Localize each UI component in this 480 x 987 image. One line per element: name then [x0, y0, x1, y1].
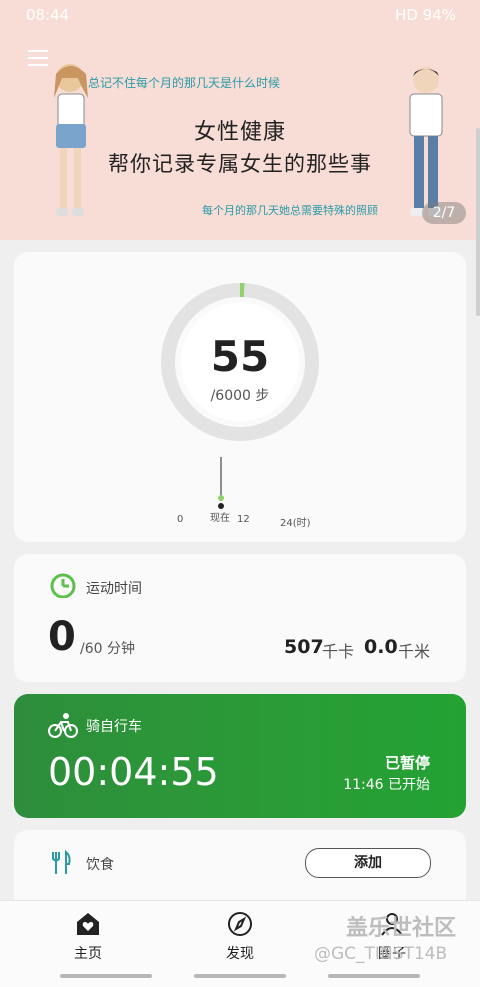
health-banner[interactable]: 总记不住每个月的那几天是什么时候 女性健康 帮你记录专属女生的那些事 每个月的那… — [0, 0, 480, 240]
distance-value: 0.0 — [364, 636, 398, 658]
add-diet-button[interactable]: 添加 — [305, 848, 431, 878]
axis-now-label: 现在 — [210, 513, 230, 524]
compass-icon — [228, 912, 252, 936]
home-heart-icon — [77, 913, 99, 935]
steps-count: 55 — [210, 332, 270, 381]
banner-title: 女性健康 — [193, 120, 286, 145]
cycling-card[interactable]: 骑自行车 00:04:55 已暂停 11:46 已开始 — [14, 694, 466, 818]
banner-bottom-text: 每个月的那几天她总需要特殊的照顾 — [202, 204, 378, 217]
nav-home[interactable]: 主页 — [38, 911, 138, 963]
nav-home-label: 主页 — [74, 946, 102, 962]
timer-icon — [50, 573, 76, 598]
cycling-title: 骑自行车 — [86, 719, 142, 735]
status-bar: 08:44 HD 94% — [0, 0, 480, 30]
gesture-bar-center — [194, 974, 286, 978]
banner-subtitle: 帮你记录专属女生的那些事 — [108, 152, 372, 176]
page-indicator: 2/7 — [422, 202, 466, 224]
watermark-line2: @GC_TINST14B — [314, 944, 448, 964]
axis-start-label: 0 — [177, 514, 184, 525]
calories-unit: 千卡 — [322, 642, 355, 661]
exercise-title: 运动时间 — [86, 581, 142, 597]
steps-card[interactable]: 55 /6000 步 0 现在 12 24(时) — [14, 252, 466, 542]
nav-discover-label: 发现 — [226, 946, 254, 962]
cycling-timer: 00:04:55 — [48, 750, 219, 794]
axis-end-label: 24(时) — [280, 518, 311, 529]
status-time: 08:44 — [26, 6, 70, 24]
gesture-bar-left — [60, 974, 152, 978]
scrollbar[interactable] — [476, 128, 480, 316]
axis-mid-label: 12 — [237, 514, 250, 525]
calories-value: 507 — [284, 636, 324, 658]
diet-title: 饮食 — [86, 857, 114, 873]
exercise-minutes: 0 — [48, 614, 76, 660]
fork-knife-icon — [52, 850, 71, 874]
exercise-time-card[interactable]: 运动时间 0 /60 分钟 507 千卡 0.0 千米 — [14, 554, 466, 682]
distance-unit: 千米 — [398, 642, 431, 661]
nav-discover[interactable]: 发现 — [190, 911, 290, 963]
exercise-minutes-unit: /60 分钟 — [80, 641, 135, 657]
banner-top-text: 总记不住每个月的那几天是什么时候 — [88, 76, 281, 90]
cycling-started: 11:46 已开始 — [343, 777, 430, 793]
steps-goal: /6000 步 — [210, 388, 270, 404]
watermark-line1: 盖乐世社区 — [346, 916, 457, 941]
gesture-bar-right — [328, 974, 420, 978]
cycling-status: 已暂停 — [384, 754, 430, 772]
bicycle-icon — [48, 713, 78, 738]
status-right: HD 94% — [395, 6, 456, 24]
